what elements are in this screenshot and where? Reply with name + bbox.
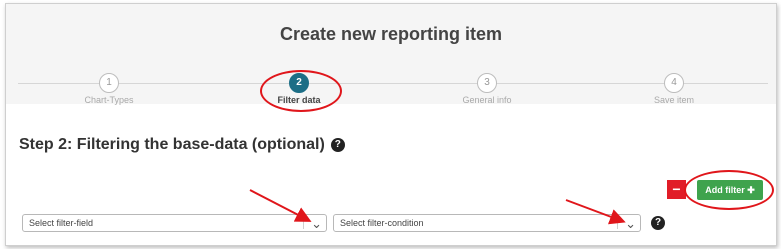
step-chart-types[interactable]: 1 Chart-Types (49, 73, 169, 105)
step-heading-text: Step 2: Filtering the base-data (optiona… (19, 136, 325, 153)
step-label: Save item (653, 95, 695, 105)
page-title: Create new reporting item (279, 24, 503, 44)
filter-condition-select[interactable]: Select filter-condition ⌄ (333, 214, 641, 232)
annotation-circle-add (684, 170, 774, 210)
step-general-info[interactable]: 3 General info (427, 73, 547, 105)
step-heading: Step 2: Filtering the base-data (optiona… (19, 136, 345, 154)
step-label: Chart-Types (84, 95, 134, 105)
step-number: 3 (477, 73, 497, 93)
select-separator (303, 217, 304, 229)
step-label: General info (462, 95, 512, 105)
annotation-circle-step (260, 70, 342, 112)
filter-condition-value: Select filter-condition (340, 218, 424, 228)
chevron-down-icon: ⌄ (625, 216, 636, 231)
filter-field-select[interactable]: Select filter-field ⌄ (22, 214, 327, 232)
dialog-frame: Create new reporting item 1 Chart-Types … (5, 3, 777, 246)
step-number: 4 (664, 73, 684, 93)
chevron-down-icon: ⌄ (311, 216, 322, 231)
step-save-item[interactable]: 4 Save item (614, 73, 734, 105)
dialog-header: Create new reporting item 1 Chart-Types … (6, 4, 776, 105)
filter-field-value: Select filter-field (29, 218, 94, 228)
step-number: 1 (99, 73, 119, 93)
help-icon[interactable]: ? (330, 138, 345, 152)
condition-help-icon[interactable]: ? (651, 216, 665, 230)
select-separator (617, 217, 618, 229)
